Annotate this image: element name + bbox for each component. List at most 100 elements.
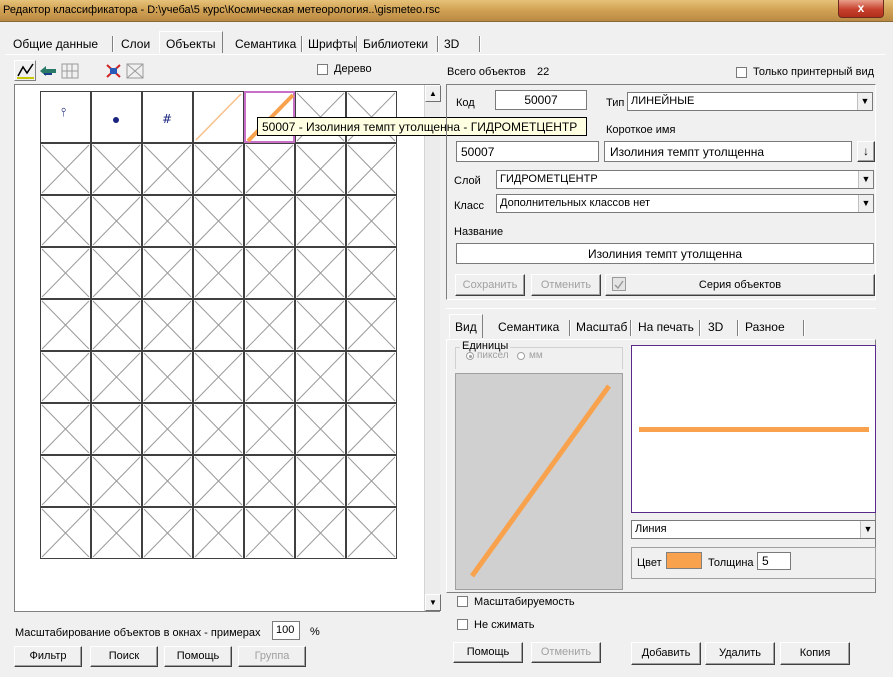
clear-icon[interactable] [125, 62, 145, 80]
tab-view[interactable]: Вид [449, 314, 483, 338]
tab-3d[interactable]: 3D [438, 34, 465, 53]
unit-pixel-radio[interactable] [466, 352, 474, 360]
object-cell-empty[interactable] [295, 507, 346, 559]
printer-only-checkbox[interactable] [736, 67, 747, 78]
object-cell-empty[interactable] [91, 195, 142, 247]
object-cell-empty[interactable] [295, 403, 346, 455]
short-name-input[interactable]: Изолиния темпт утолщенна [604, 141, 852, 162]
object-cell-empty[interactable] [346, 351, 397, 403]
object-cell-empty[interactable] [40, 403, 91, 455]
object-cell-dot[interactable] [91, 91, 142, 143]
object-cell-empty[interactable] [193, 455, 244, 507]
unit-mm-radio[interactable] [517, 352, 525, 360]
save-button[interactable]: Сохранить [455, 274, 525, 296]
object-cell-empty[interactable] [346, 195, 397, 247]
short-code-input[interactable]: 50007 [456, 141, 599, 162]
object-cell-empty[interactable] [346, 299, 397, 351]
search-button[interactable]: Поиск [90, 646, 158, 667]
grid-view-icon[interactable] [60, 62, 80, 80]
group-button[interactable]: Группа [238, 646, 306, 667]
object-cell-empty[interactable] [295, 455, 346, 507]
object-cell-empty[interactable] [193, 195, 244, 247]
code-input[interactable]: 50007 [495, 90, 587, 110]
name-input[interactable]: Изолиния темпт утолщенна [456, 243, 874, 264]
copy-button[interactable]: Копия [780, 642, 850, 665]
tab-inner-3d[interactable]: 3D [703, 316, 728, 337]
help-button-left[interactable]: Помощь [164, 646, 232, 667]
object-cell-empty[interactable] [91, 351, 142, 403]
object-cell-empty[interactable] [142, 403, 193, 455]
line-type-select[interactable]: Линия ▼ [631, 520, 876, 539]
object-cell-empty[interactable] [40, 195, 91, 247]
object-cell-empty[interactable] [244, 299, 295, 351]
tab-fonts[interactable]: Шрифты [302, 34, 362, 53]
object-cell-empty[interactable] [346, 247, 397, 299]
object-cell-thin-line[interactable] [193, 91, 244, 143]
object-cell-empty[interactable] [193, 247, 244, 299]
chevron-down-icon[interactable]: ▼ [858, 195, 873, 212]
object-cell-empty[interactable] [142, 299, 193, 351]
object-cell-empty[interactable] [142, 247, 193, 299]
object-cell-empty[interactable] [346, 507, 397, 559]
object-cell-empty[interactable] [295, 351, 346, 403]
object-cell-point-sign[interactable]: ⫯ [40, 91, 91, 143]
object-cell-empty[interactable] [193, 143, 244, 195]
object-cell-empty[interactable] [40, 143, 91, 195]
delete-button[interactable]: Удалить [705, 642, 775, 665]
object-cell-empty[interactable] [40, 351, 91, 403]
object-cell-empty[interactable] [244, 455, 295, 507]
object-cell-empty[interactable] [346, 403, 397, 455]
delete-object-icon[interactable] [104, 62, 124, 80]
object-cell-empty[interactable] [40, 299, 91, 351]
cancel-button-top[interactable]: Отменить [531, 274, 601, 296]
cancel-button-bottom[interactable]: Отменить [531, 642, 601, 663]
object-cell-empty[interactable] [91, 507, 142, 559]
color-swatch[interactable] [666, 552, 702, 569]
object-cell-empty[interactable] [142, 351, 193, 403]
object-cell-empty[interactable] [142, 143, 193, 195]
object-cell-empty[interactable] [193, 299, 244, 351]
object-cell-empty[interactable] [193, 507, 244, 559]
arrow-down-icon[interactable]: ↓ [857, 141, 875, 162]
tab-scale[interactable]: Масштаб [571, 316, 632, 337]
object-cell-empty[interactable] [295, 143, 346, 195]
object-cell-empty[interactable] [91, 403, 142, 455]
tab-semantics[interactable]: Семантика [229, 34, 302, 53]
object-cell-empty[interactable] [40, 507, 91, 559]
scale-input[interactable]: 100 [272, 621, 300, 640]
object-cell-hash[interactable]: # [142, 91, 193, 143]
series-button[interactable]: Серия объектов [605, 274, 875, 296]
scalable-checkbox[interactable] [457, 596, 468, 607]
object-cell-empty[interactable] [91, 143, 142, 195]
tab-print[interactable]: На печать [633, 316, 699, 337]
chevron-down-icon[interactable]: ▼ [857, 93, 872, 110]
layer-select[interactable]: ГИДРОМЕТЦЕНТР ▼ [496, 170, 874, 189]
thickness-input[interactable]: 5 [757, 552, 791, 570]
object-cell-empty[interactable] [193, 403, 244, 455]
object-cell-empty[interactable] [295, 247, 346, 299]
move-objects-icon[interactable] [38, 62, 58, 80]
chevron-down-icon[interactable]: ▼ [858, 171, 873, 188]
class-select[interactable]: Дополнительных классов нет ▼ [496, 194, 874, 213]
grid-scrollbar[interactable]: ▲ ▼ [424, 85, 441, 611]
object-cell-empty[interactable] [244, 351, 295, 403]
object-cell-empty[interactable] [346, 143, 397, 195]
object-cell-empty[interactable] [142, 507, 193, 559]
chevron-down-icon[interactable]: ▼ [860, 521, 875, 538]
object-cell-empty[interactable] [91, 455, 142, 507]
object-cell-empty[interactable] [295, 195, 346, 247]
object-cell-empty[interactable] [142, 455, 193, 507]
object-cell-empty[interactable] [244, 247, 295, 299]
tab-inner-semantics[interactable]: Семантика [493, 316, 564, 337]
type-select[interactable]: ЛИНЕЙНЫЕ ▼ [627, 92, 873, 111]
no-compress-checkbox[interactable] [457, 619, 468, 630]
object-cell-empty[interactable] [295, 299, 346, 351]
line-object-icon[interactable] [14, 60, 36, 81]
object-cell-empty[interactable] [40, 455, 91, 507]
object-cell-empty[interactable] [244, 143, 295, 195]
help-button-right[interactable]: Помощь [453, 642, 523, 663]
tab-misc[interactable]: Разное [740, 316, 790, 337]
tree-checkbox[interactable] [317, 64, 328, 75]
object-cell-empty[interactable] [91, 299, 142, 351]
object-cell-empty[interactable] [91, 247, 142, 299]
